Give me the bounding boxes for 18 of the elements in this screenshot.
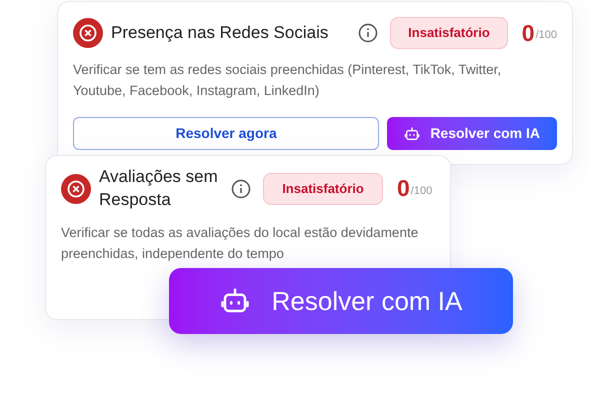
status-badge: Insatisfatório bbox=[390, 17, 508, 49]
check-description: Verificar se tem as redes sociais preenchidas (Pinterest, TikTok, Twitter, Youtube, Facebook, Instagram, LinkedIn) bbox=[73, 61, 502, 100]
robot-icon bbox=[404, 126, 420, 142]
score-value: 0 bbox=[522, 22, 535, 44]
error-circle-icon bbox=[61, 174, 91, 204]
score-value: 0 bbox=[397, 177, 410, 200]
status-badge: Insatisfatório bbox=[263, 172, 383, 205]
error-circle-icon bbox=[73, 18, 103, 48]
info-icon[interactable] bbox=[231, 178, 251, 199]
resolve-ai-button[interactable]: Resolver com IA bbox=[169, 268, 513, 334]
resolve-ai-button[interactable]: Resolver com IA bbox=[387, 117, 557, 150]
check-description: Verificar se todas as avaliações do local estão devidamente preenchidas, independente do tempo bbox=[61, 224, 420, 263]
score-max: /100 bbox=[536, 28, 557, 43]
check-title: Avaliações sem Resposta bbox=[99, 166, 219, 211]
check-title: Presença nas Redes Sociais bbox=[111, 22, 330, 44]
resolve-now-button[interactable]: Resolver agora bbox=[73, 117, 380, 150]
score-max: /100 bbox=[410, 184, 432, 199]
info-icon[interactable] bbox=[358, 23, 378, 43]
